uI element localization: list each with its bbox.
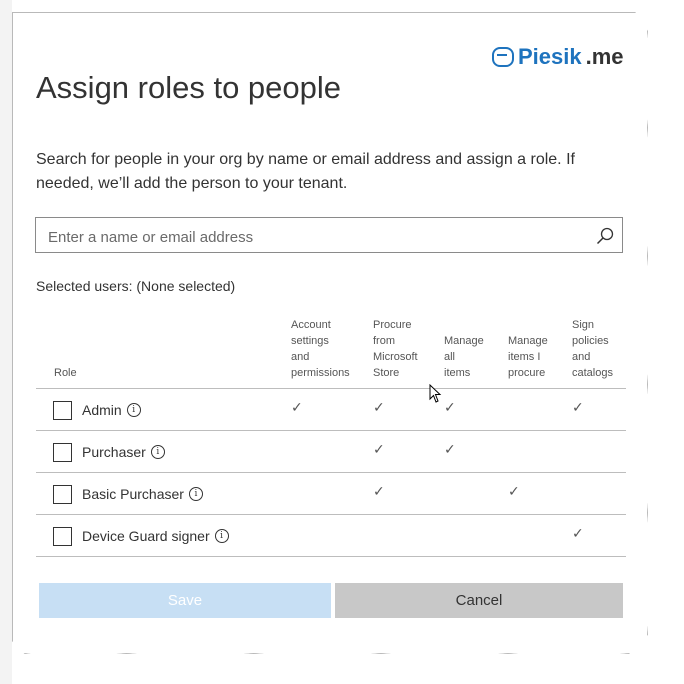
cancel-button[interactable]: Cancel: [335, 583, 623, 618]
info-icon[interactable]: i: [150, 445, 165, 459]
column-header-manage-procured: Manage items I procure: [508, 335, 548, 379]
search-icon[interactable]: [596, 227, 614, 245]
checkbox-basic-purchaser[interactable]: [53, 485, 72, 504]
check-icon: ✓: [444, 399, 456, 415]
role-label: Device Guard signer: [82, 528, 210, 544]
search-input[interactable]: [46, 226, 590, 248]
column-header-procure-store: Procure from Microsoft Store: [373, 319, 418, 379]
brand-watermark: Piesik .me: [492, 44, 624, 70]
role-name-admin: Admin i: [82, 402, 141, 418]
role-label: Admin: [82, 402, 122, 418]
chat-bubble-icon: [492, 47, 514, 67]
checkbox-device-guard-signer[interactable]: [53, 527, 72, 546]
column-header-sign-policies: Sign policies and catalogs: [572, 319, 613, 379]
info-icon[interactable]: i: [214, 529, 229, 543]
check-icon: ✓: [508, 483, 520, 499]
role-name-purchaser: Purchaser i: [82, 444, 165, 460]
background-strip: [0, 0, 12, 684]
checkbox-admin[interactable]: [53, 401, 72, 420]
table-header: Role Account settings and permissions Pr…: [36, 315, 626, 387]
brand-name: Piesik: [518, 44, 582, 69]
role-label: Basic Purchaser: [82, 486, 184, 502]
column-header-role: Role: [54, 367, 77, 379]
check-icon: ✓: [373, 399, 385, 415]
role-name-device-guard-signer: Device Guard signer i: [82, 528, 229, 544]
dialog-description: Search for people in your org by name or…: [36, 151, 575, 192]
column-header-manage-all: Manage all items: [444, 335, 484, 379]
table-row-device-guard-signer: Device Guard signer i ✓: [36, 514, 626, 557]
table-row-admin: Admin i ✓ ✓ ✓ ✓: [36, 388, 626, 430]
search-box[interactable]: [35, 217, 623, 253]
selected-users-label: Selected users: (None selected): [36, 278, 236, 294]
table-row-purchaser: Purchaser i ✓ ✓: [36, 430, 626, 472]
checkbox-purchaser[interactable]: [53, 443, 72, 462]
check-icon: ✓: [444, 441, 456, 457]
dialog-title: Assign roles to people: [36, 70, 342, 105]
save-button[interactable]: Save: [39, 583, 331, 618]
table-row-basic-purchaser: Basic Purchaser i ✓ ✓: [36, 472, 626, 514]
info-icon[interactable]: i: [188, 487, 203, 501]
roles-table: Admin i ✓ ✓ ✓ ✓ Purchaser i ✓ ✓ Basic Purc…: [36, 388, 626, 557]
check-icon: ✓: [572, 525, 584, 541]
role-label: Purchaser: [82, 444, 146, 460]
column-header-account-settings: Account settings and permissions: [291, 319, 350, 379]
check-icon: ✓: [291, 399, 303, 415]
info-icon[interactable]: i: [126, 403, 141, 417]
check-icon: ✓: [373, 483, 385, 499]
brand-suffix: .me: [585, 44, 624, 69]
role-name-basic-purchaser: Basic Purchaser i: [82, 486, 203, 502]
mouse-pointer-icon: [429, 384, 442, 403]
check-icon: ✓: [373, 441, 385, 457]
check-icon: ✓: [572, 399, 584, 415]
